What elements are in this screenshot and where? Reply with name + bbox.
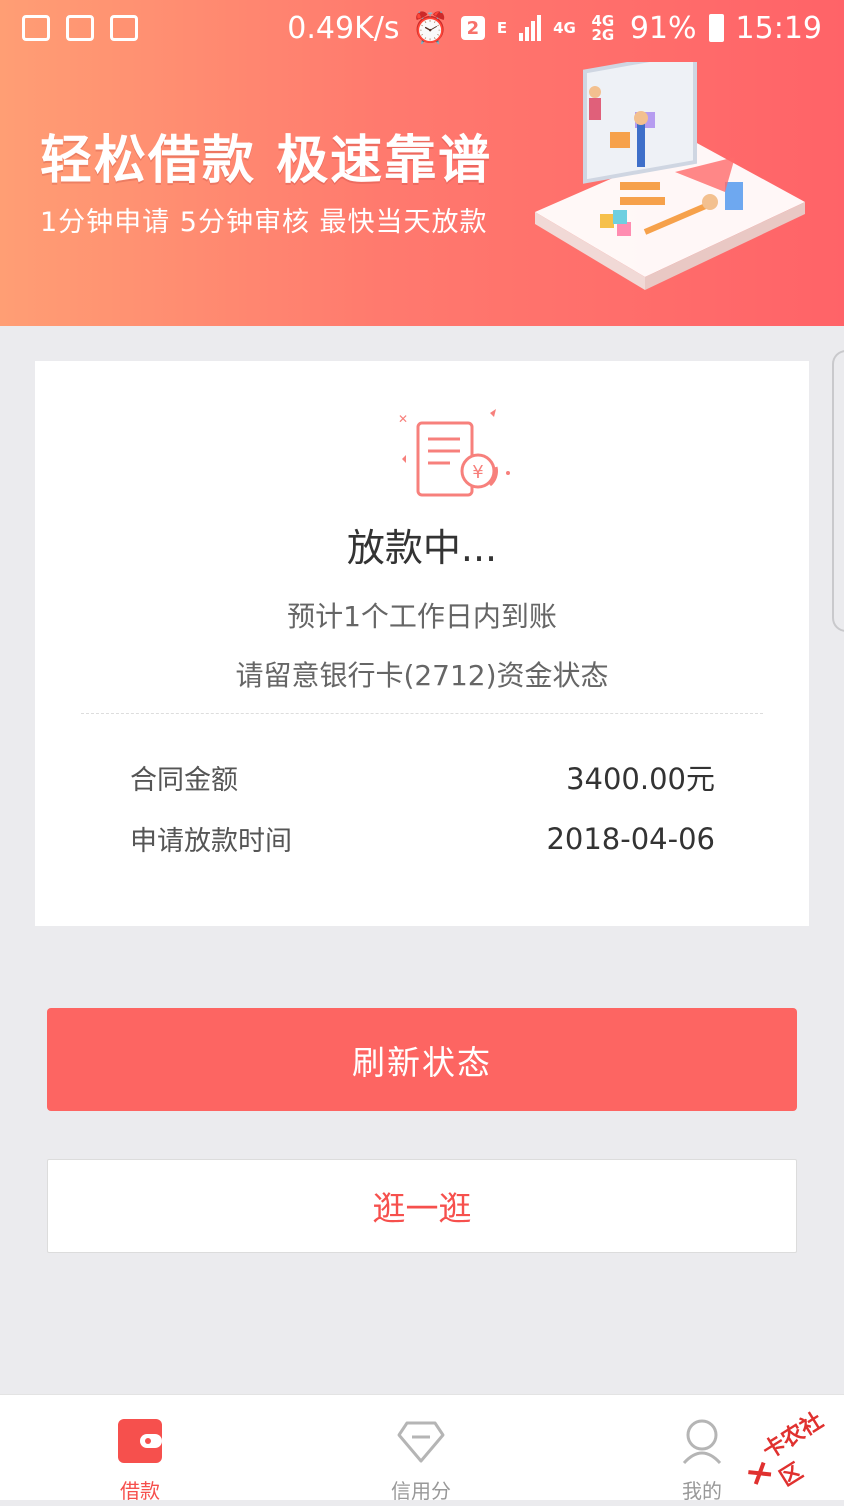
bank-card-notice-text: 请留意银行卡(2712)资金状态 bbox=[235, 659, 609, 692]
document-money-icon: ¥ ✕ bbox=[398, 409, 510, 497]
svg-text:✕: ✕ bbox=[398, 412, 408, 426]
arrival-estimate-text: 预计1个工作日内到账 bbox=[287, 600, 557, 633]
status-title: 放款中... bbox=[346, 526, 498, 570]
apply-time-label: 申请放款时间 bbox=[130, 826, 292, 857]
browse-button[interactable]: 逛一逛 bbox=[47, 1159, 797, 1253]
nav-item-loan[interactable]: 借款 bbox=[70, 1395, 210, 1503]
bottom-navigation: 借款 信用分 我的 bbox=[0, 1394, 844, 1503]
banner-subtitle: 1分钟申请 5分钟审核 最快当天放款 bbox=[40, 207, 488, 238]
battery-icon bbox=[708, 14, 724, 42]
wallet-icon bbox=[118, 1419, 162, 1463]
refresh-status-button[interactable]: 刷新状态 bbox=[47, 1008, 797, 1111]
alarm-icon: ⏰ bbox=[411, 10, 449, 46]
shopping-bag-icon bbox=[66, 15, 94, 41]
diamond-icon bbox=[397, 1421, 445, 1463]
image-icon bbox=[22, 15, 50, 41]
divider bbox=[81, 713, 763, 714]
contract-amount-row: 合同金额 3400.00元 bbox=[130, 756, 715, 798]
apply-time-value: 2018-04-06 bbox=[546, 821, 715, 856]
network-e-label: E bbox=[496, 19, 508, 37]
contract-amount-value: 3400.00元 bbox=[566, 762, 715, 796]
contract-amount-label: 合同金额 bbox=[130, 764, 238, 796]
shopping-bag-icon bbox=[110, 15, 138, 41]
battery-percent: 91% bbox=[629, 10, 697, 46]
banner-title: 轻松借款 极速靠谱 bbox=[40, 131, 493, 191]
network-4g2g-label: 4G 2G bbox=[591, 12, 615, 44]
banner-illustration bbox=[535, 62, 805, 290]
edge-panel-handle[interactable] bbox=[832, 350, 844, 632]
clock: 15:19 bbox=[735, 10, 822, 46]
signal-icon bbox=[519, 15, 542, 41]
net-speed: 0.49K/s bbox=[287, 10, 400, 46]
user-icon bbox=[682, 1419, 722, 1465]
loan-status-card: ¥ ✕ 放款中... 预计1个工作日内到账 请留意银行卡(2712)资金状态 合… bbox=[35, 361, 809, 926]
notification-badge: 2 bbox=[460, 16, 485, 40]
nav-item-credit-score[interactable]: 信用分 bbox=[351, 1395, 491, 1503]
apply-time-row: 申请放款时间 2018-04-06 bbox=[130, 819, 715, 858]
network-4g-label: 4G bbox=[553, 19, 576, 37]
svg-text:¥: ¥ bbox=[472, 462, 483, 483]
status-bar: 0.49K/s ⏰ 2 E 4G 4G 2G 91% 15:19 bbox=[0, 0, 844, 56]
